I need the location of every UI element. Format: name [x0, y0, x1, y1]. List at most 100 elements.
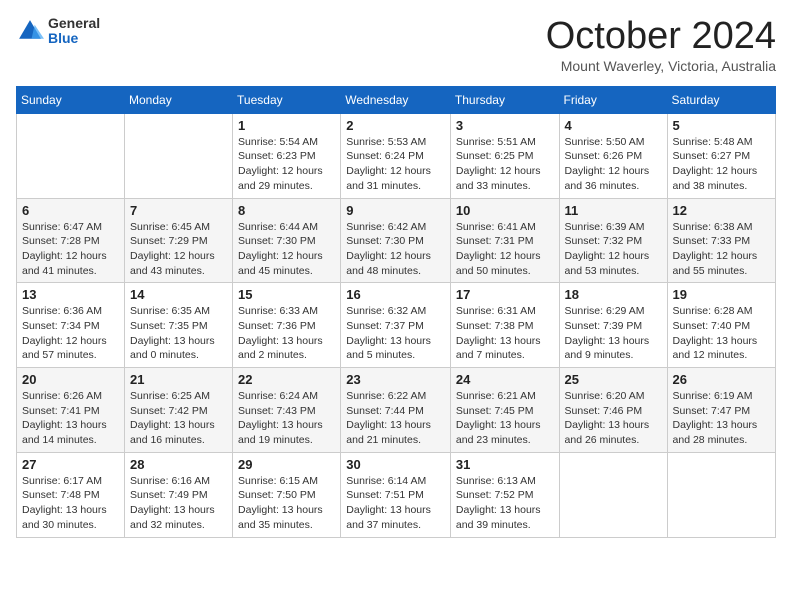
calendar-cell: 25 Sunrise: 6:20 AMSunset: 7:46 PMDayligh… [559, 368, 667, 453]
day-detail: Sunrise: 6:32 AMSunset: 7:37 PMDaylight:… [346, 304, 445, 363]
logo: General Blue [16, 16, 100, 47]
calendar-cell: 15 Sunrise: 6:33 AMSunset: 7:36 PMDayligh… [233, 283, 341, 368]
calendar-cell: 28Sunrise: 6:16 AMSunset: 7:49 PMDayligh… [125, 452, 233, 537]
day-number: 25 [565, 372, 662, 387]
day-detail: Sunrise: 5:54 AMSunset: 6:23 PMDaylight:… [238, 135, 335, 194]
day-number: 17 [456, 287, 554, 302]
calendar-cell [17, 113, 125, 198]
day-number: 10 [456, 203, 554, 218]
day-number: 5 [673, 118, 770, 133]
day-number: 22 [238, 372, 335, 387]
day-detail: Sunrise: 6:21 AMSunset: 7:45 PMDaylight:… [456, 389, 554, 448]
calendar-cell: 27 Sunrise: 6:17 AMSunset: 7:48 PMDayligh… [17, 452, 125, 537]
day-number: 16 [346, 287, 445, 302]
calendar-cell: 4 Sunrise: 5:50 AMSunset: 6:26 PMDaylight… [559, 113, 667, 198]
calendar-cell: 13 Sunrise: 6:36 AMSunset: 7:34 PMDayligh… [17, 283, 125, 368]
calendar-cell: 2 Sunrise: 5:53 AMSunset: 6:24 PMDaylight… [341, 113, 451, 198]
calendar-cell: 14 Sunrise: 6:35 AMSunset: 7:35 PMDayligh… [125, 283, 233, 368]
day-detail: Sunrise: 6:36 AMSunset: 7:34 PMDaylight:… [22, 304, 119, 363]
header-day-sunday: Sunday [17, 86, 125, 113]
day-number: 12 [673, 203, 770, 218]
calendar-cell: 24 Sunrise: 6:21 AMSunset: 7:45 PMDayligh… [450, 368, 559, 453]
day-number: 2 [346, 118, 445, 133]
day-detail: Sunrise: 6:25 AMSunset: 7:42 PMDaylight:… [130, 389, 227, 448]
day-detail: Sunrise: 6:39 AMSunset: 7:32 PMDaylight:… [565, 220, 662, 279]
day-number: 6 [22, 203, 119, 218]
day-number: 13 [22, 287, 119, 302]
day-number: 31 [456, 457, 554, 472]
day-detail: Sunrise: 5:48 AMSunset: 6:27 PMDaylight:… [673, 135, 770, 194]
title-block: October 2024 Mount Waverley, Victoria, A… [546, 16, 776, 74]
day-detail: Sunrise: 6:31 AMSunset: 7:38 PMDaylight:… [456, 304, 554, 363]
calendar-cell: 23 Sunrise: 6:22 AMSunset: 7:44 PMDayligh… [341, 368, 451, 453]
week-row-1: 1Sunrise: 5:54 AMSunset: 6:23 PMDaylight… [17, 113, 776, 198]
location: Mount Waverley, Victoria, Australia [546, 58, 776, 74]
day-number: 27 [22, 457, 119, 472]
day-number: 28 [130, 457, 227, 472]
calendar-cell: 9Sunrise: 6:42 AMSunset: 7:30 PMDaylight… [341, 198, 451, 283]
day-number: 8 [238, 203, 335, 218]
day-number: 23 [346, 372, 445, 387]
calendar-cell [125, 113, 233, 198]
day-number: 14 [130, 287, 227, 302]
week-row-3: 13 Sunrise: 6:36 AMSunset: 7:34 PMDayligh… [17, 283, 776, 368]
header-day-thursday: Thursday [450, 86, 559, 113]
day-number: 26 [673, 372, 770, 387]
calendar-cell: 5 Sunrise: 5:48 AMSunset: 6:27 PMDaylight… [667, 113, 775, 198]
day-detail: Sunrise: 5:53 AMSunset: 6:24 PMDaylight:… [346, 135, 445, 194]
day-detail: Sunrise: 6:13 AMSunset: 7:52 PMDaylight:… [456, 474, 554, 533]
calendar-cell: 18Sunrise: 6:29 AMSunset: 7:39 PMDayligh… [559, 283, 667, 368]
calendar-cell: 11Sunrise: 6:39 AMSunset: 7:32 PMDayligh… [559, 198, 667, 283]
calendar-cell: 20Sunrise: 6:26 AMSunset: 7:41 PMDayligh… [17, 368, 125, 453]
day-detail: Sunrise: 6:42 AMSunset: 7:30 PMDaylight:… [346, 220, 445, 279]
day-number: 4 [565, 118, 662, 133]
day-number: 20 [22, 372, 119, 387]
header-day-tuesday: Tuesday [233, 86, 341, 113]
day-number: 21 [130, 372, 227, 387]
calendar-cell: 22 Sunrise: 6:24 AMSunset: 7:43 PMDayligh… [233, 368, 341, 453]
day-number: 15 [238, 287, 335, 302]
day-detail: Sunrise: 6:24 AMSunset: 7:43 PMDaylight:… [238, 389, 335, 448]
calendar-cell [667, 452, 775, 537]
day-detail: Sunrise: 6:44 AMSunset: 7:30 PMDaylight:… [238, 220, 335, 279]
calendar-table: SundayMondayTuesdayWednesdayThursdayFrid… [16, 86, 776, 538]
day-detail: Sunrise: 5:50 AMSunset: 6:26 PMDaylight:… [565, 135, 662, 194]
logo-text: General Blue [48, 16, 100, 47]
header-day-friday: Friday [559, 86, 667, 113]
day-number: 7 [130, 203, 227, 218]
day-detail: Sunrise: 6:17 AMSunset: 7:48 PMDaylight:… [22, 474, 119, 533]
calendar-cell: 16 Sunrise: 6:32 AMSunset: 7:37 PMDayligh… [341, 283, 451, 368]
calendar-cell: 6 Sunrise: 6:47 AMSunset: 7:28 PMDaylight… [17, 198, 125, 283]
day-detail: Sunrise: 6:20 AMSunset: 7:46 PMDaylight:… [565, 389, 662, 448]
calendar-cell: 17 Sunrise: 6:31 AMSunset: 7:38 PMDayligh… [450, 283, 559, 368]
calendar-cell: 10Sunrise: 6:41 AMSunset: 7:31 PMDayligh… [450, 198, 559, 283]
logo-general: General [48, 16, 100, 31]
day-detail: Sunrise: 6:29 AMSunset: 7:39 PMDaylight:… [565, 304, 662, 363]
calendar-header-row: SundayMondayTuesdayWednesdayThursdayFrid… [17, 86, 776, 113]
day-detail: Sunrise: 6:22 AMSunset: 7:44 PMDaylight:… [346, 389, 445, 448]
day-detail: Sunrise: 6:14 AMSunset: 7:51 PMDaylight:… [346, 474, 445, 533]
calendar-cell: 12Sunrise: 6:38 AMSunset: 7:33 PMDayligh… [667, 198, 775, 283]
calendar-cell: 31 Sunrise: 6:13 AMSunset: 7:52 PMDayligh… [450, 452, 559, 537]
day-detail: Sunrise: 6:33 AMSunset: 7:36 PMDaylight:… [238, 304, 335, 363]
day-detail: Sunrise: 6:35 AMSunset: 7:35 PMDaylight:… [130, 304, 227, 363]
calendar-cell [559, 452, 667, 537]
week-row-4: 20Sunrise: 6:26 AMSunset: 7:41 PMDayligh… [17, 368, 776, 453]
calendar-cell: 19 Sunrise: 6:28 AMSunset: 7:40 PMDayligh… [667, 283, 775, 368]
day-detail: Sunrise: 6:45 AMSunset: 7:29 PMDaylight:… [130, 220, 227, 279]
day-number: 19 [673, 287, 770, 302]
month-title: October 2024 [546, 16, 776, 58]
header-day-wednesday: Wednesday [341, 86, 451, 113]
day-number: 24 [456, 372, 554, 387]
logo-blue: Blue [48, 31, 100, 46]
page-header: General Blue October 2024 Mount Waverley… [16, 16, 776, 74]
week-row-2: 6 Sunrise: 6:47 AMSunset: 7:28 PMDaylight… [17, 198, 776, 283]
day-number: 30 [346, 457, 445, 472]
calendar-cell: 30 Sunrise: 6:14 AMSunset: 7:51 PMDayligh… [341, 452, 451, 537]
day-detail: Sunrise: 6:28 AMSunset: 7:40 PMDaylight:… [673, 304, 770, 363]
day-detail: Sunrise: 6:47 AMSunset: 7:28 PMDaylight:… [22, 220, 119, 279]
calendar-cell: 21 Sunrise: 6:25 AMSunset: 7:42 PMDayligh… [125, 368, 233, 453]
day-number: 29 [238, 457, 335, 472]
day-detail: Sunrise: 6:19 AMSunset: 7:47 PMDaylight:… [673, 389, 770, 448]
calendar-cell: 3Sunrise: 5:51 AMSunset: 6:25 PMDaylight… [450, 113, 559, 198]
